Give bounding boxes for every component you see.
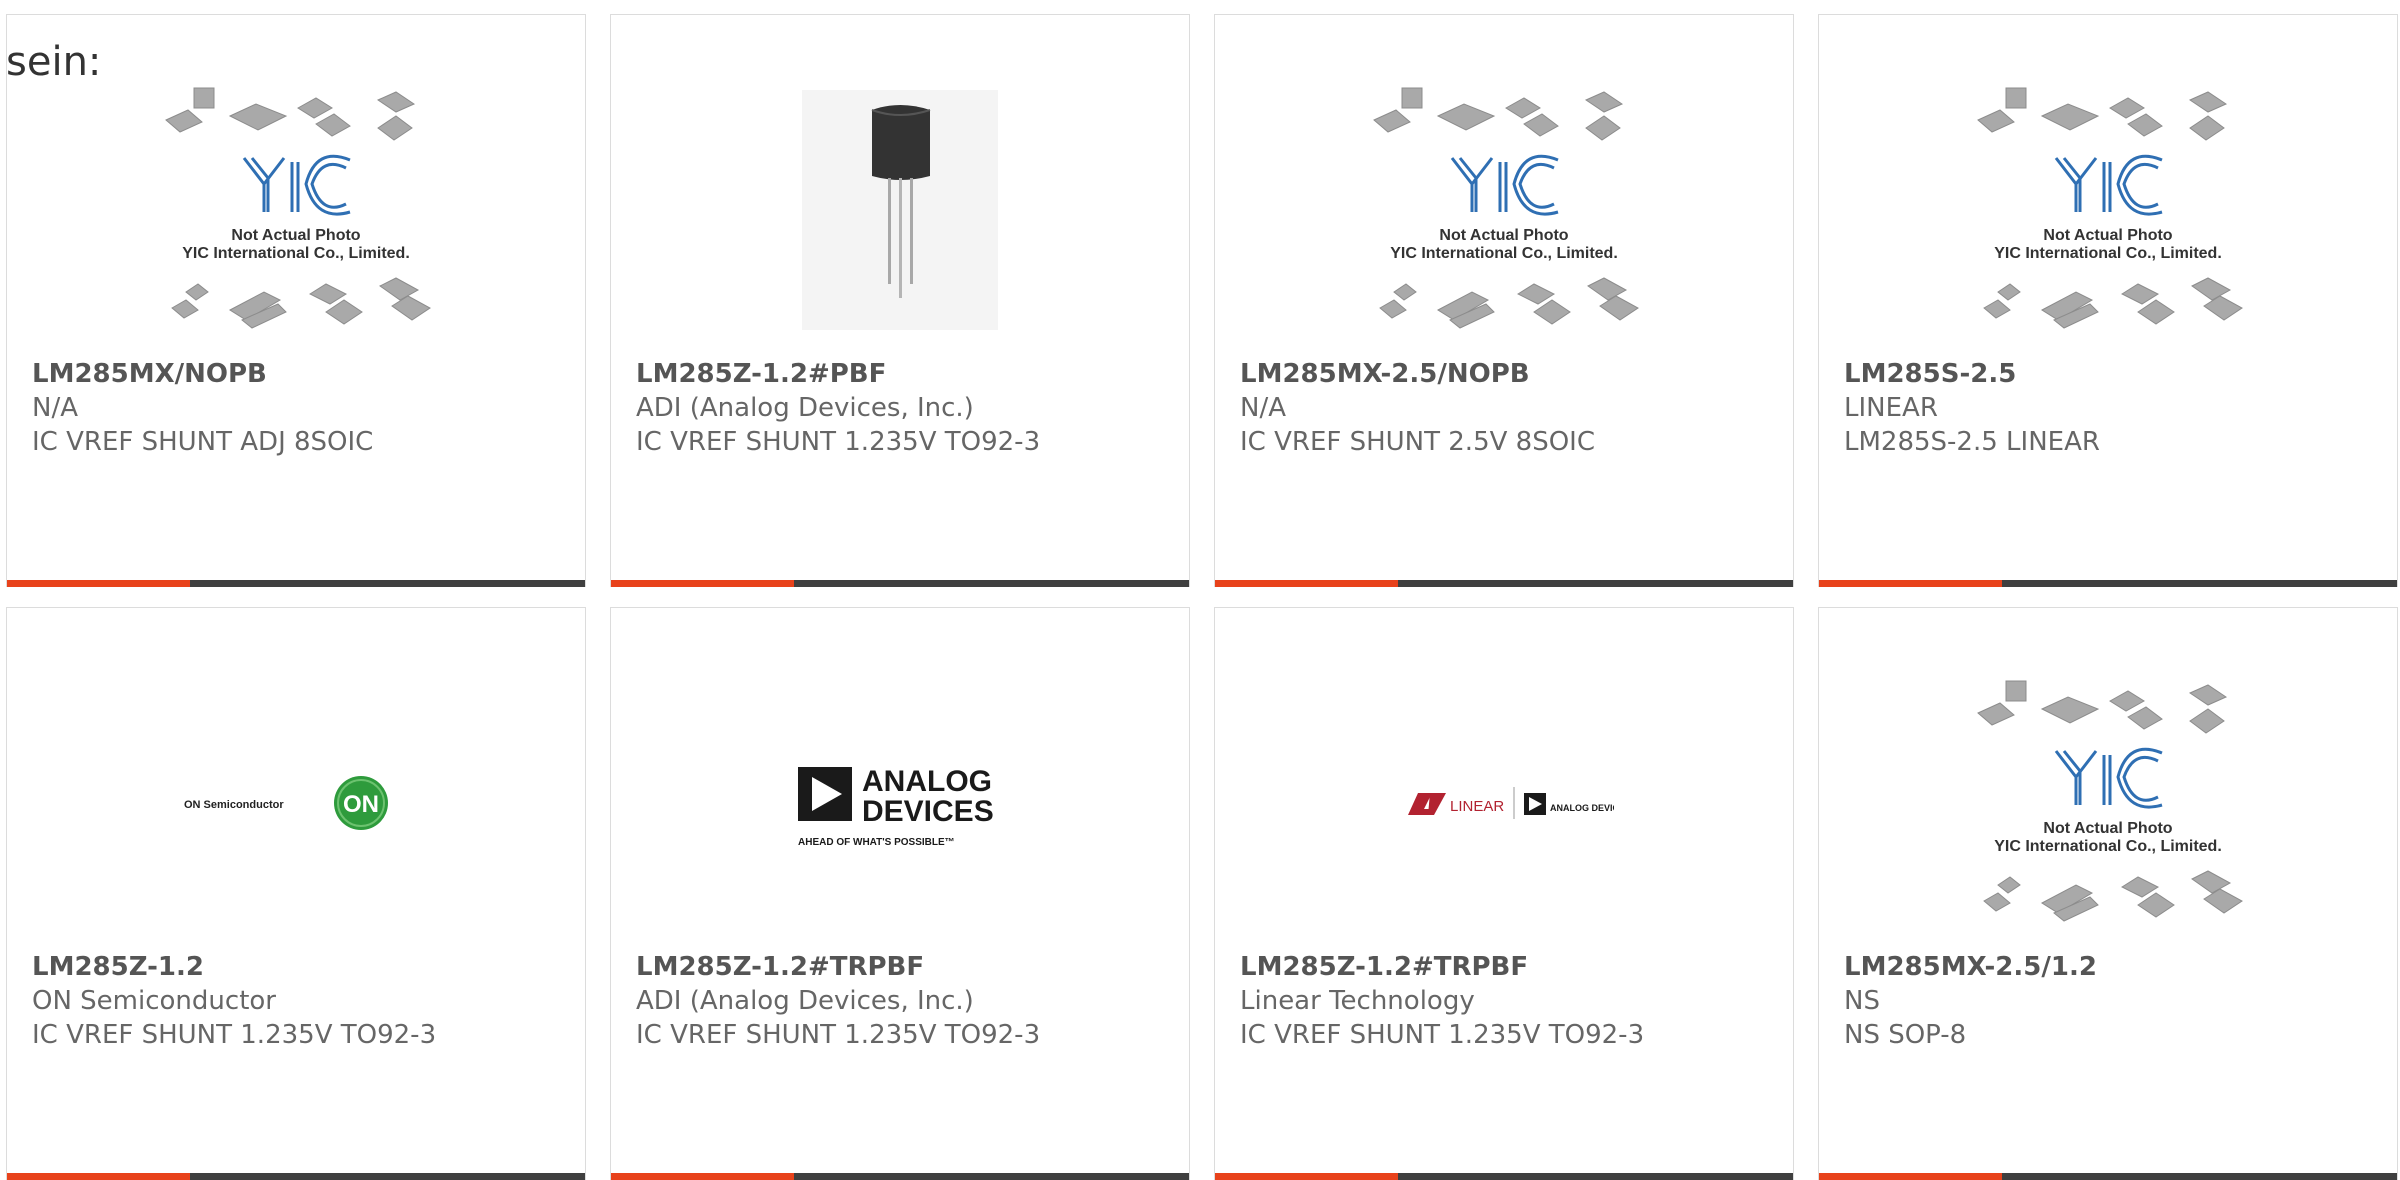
product-grid: Not Actual Photo YIC International Co., … [6,14,2400,1180]
yic-placeholder-image: Not Actual Photo YIC International Co., … [1977,680,2243,922]
product-image[interactable]: Not Actual Photo YIC International Co., … [1819,55,2397,365]
product-info: LM285S-2.5 LINEAR LM285S-2.5 LINEAR [1844,357,2387,459]
card-bottom-bar [611,580,1189,587]
product-image[interactable]: LINEAR ANALOG DEVICES [1215,648,1793,958]
manufacturer: NS [1844,986,1880,1016]
card-accent-bar [611,1173,794,1180]
product-info: LM285Z-1.2#PBF ADI (Analog Devices, Inc.… [636,357,1179,459]
card-bottom-bar [1215,580,1793,587]
product-card[interactable]: Not Actual Photo YIC International Co., … [1214,14,1794,587]
product-card[interactable]: Not Actual Photo YIC International Co., … [1818,14,2398,587]
card-accent-bar [7,1173,190,1180]
part-number[interactable]: LM285MX-2.5/NOPB [1240,357,1783,391]
card-accent-bar [1215,580,1398,587]
product-card[interactable]: LM285Z-1.2#PBF ADI (Analog Devices, Inc.… [610,14,1190,587]
product-card[interactable]: Not Actual Photo YIC International Co., … [6,14,586,587]
card-accent-bar [1819,1173,2002,1180]
description: IC VREF SHUNT 1.235V TO92-3 [636,1020,1041,1050]
product-info: LM285MX/NOPB N/A IC VREF SHUNT ADJ 8SOIC [32,357,575,459]
analog-devices-logo: ANALOG DEVICES AHEAD OF WHAT'S POSSIBLE™ [798,765,994,848]
placeholder-line-2: YIC International Co., Limited. [1994,838,2222,855]
product-image[interactable]: Not Actual Photo YIC International Co., … [1215,55,1793,365]
yic-placeholder-image: Not Actual Photo YIC International Co., … [165,87,431,329]
card-accent-bar [611,580,794,587]
card-bottom-bar [7,580,585,587]
product-image[interactable]: ANALOG DEVICES AHEAD OF WHAT'S POSSIBLE™ [611,648,1189,958]
analog-small-logo-text: ANALOG DEVICES [1550,803,1614,813]
description: IC VREF SHUNT 1.235V TO92-3 [636,427,1041,457]
part-number[interactable]: LM285S-2.5 [1844,357,2387,391]
card-accent-bar [1215,1173,1398,1180]
description: IC VREF SHUNT 1.235V TO92-3 [32,1020,437,1050]
placeholder-line-1: Not Actual Photo [231,227,360,244]
product-image[interactable]: Not Actual Photo YIC International Co., … [7,55,585,365]
part-number[interactable]: LM285MX/NOPB [32,357,575,391]
placeholder-line-1: Not Actual Photo [2043,820,2172,837]
product-info: LM285Z-1.2#TRPBF Linear Technology IC VR… [1240,950,1783,1052]
product-info: LM285Z-1.2#TRPBF ADI (Analog Devices, In… [636,950,1179,1052]
part-number[interactable]: LM285Z-1.2 [32,950,575,984]
product-image[interactable] [611,55,1189,365]
linear-analog-logo: LINEAR ANALOG DEVICES [1408,787,1614,819]
yic-placeholder-image: Not Actual Photo YIC International Co., … [1373,87,1639,329]
product-image[interactable]: Not Actual Photo YIC International Co., … [1819,648,2397,958]
description: IC VREF SHUNT 1.235V TO92-3 [1240,1020,1645,1050]
product-card[interactable]: LINEAR ANALOG DEVICES LM285Z-1.2#TRPBF L… [1214,607,1794,1180]
description: LM285S-2.5 LINEAR [1844,427,2100,457]
card-accent-bar [7,580,190,587]
part-number[interactable]: LM285Z-1.2#TRPBF [1240,950,1783,984]
part-number[interactable]: LM285MX-2.5/1.2 [1844,950,2387,984]
part-number[interactable]: LM285Z-1.2#PBF [636,357,1179,391]
product-card[interactable]: Not Actual Photo YIC International Co., … [1818,607,2398,1180]
placeholder-line-2: YIC International Co., Limited. [182,245,410,262]
to92-transistor-image [802,90,998,330]
product-info: LM285MX-2.5/1.2 NS NS SOP-8 [1844,950,2387,1052]
manufacturer: N/A [32,393,78,423]
analog-devices-logo-line1: ANALOG [862,765,992,798]
manufacturer: ADI (Analog Devices, Inc.) [636,393,974,423]
placeholder-line-2: YIC International Co., Limited. [1994,245,2222,262]
on-semi-badge-text: ON [343,791,379,818]
manufacturer: N/A [1240,393,1286,423]
linear-logo-text: LINEAR [1450,798,1504,815]
card-bottom-bar [611,1173,1189,1180]
placeholder-line-1: Not Actual Photo [2043,227,2172,244]
product-info: LM285Z-1.2 ON Semiconductor IC VREF SHUN… [32,950,575,1052]
card-bottom-bar [1819,1173,2397,1180]
on-semi-logo-text: ON Semiconductor [184,799,284,811]
card-bottom-bar [1819,580,2397,587]
description: IC VREF SHUNT 2.5V 8SOIC [1240,427,1595,457]
card-bottom-bar [1215,1173,1793,1180]
analog-devices-logo-line2: DEVICES [862,795,994,828]
on-semi-logo: ON Semiconductor ON [184,776,388,830]
product-image[interactable]: ON Semiconductor ON [7,648,585,958]
manufacturer: LINEAR [1844,393,1938,423]
description: IC VREF SHUNT ADJ 8SOIC [32,427,374,457]
product-info: LM285MX-2.5/NOPB N/A IC VREF SHUNT 2.5V … [1240,357,1783,459]
manufacturer: ADI (Analog Devices, Inc.) [636,986,974,1016]
lead-text: sein: [6,39,102,85]
card-accent-bar [1819,580,2002,587]
yic-placeholder-image: Not Actual Photo YIC International Co., … [1977,87,2243,329]
product-card[interactable]: ANALOG DEVICES AHEAD OF WHAT'S POSSIBLE™… [610,607,1190,1180]
product-card[interactable]: ON Semiconductor ON LM285Z-1.2 ON Semico… [6,607,586,1180]
description: NS SOP-8 [1844,1020,1967,1050]
analog-devices-tagline: AHEAD OF WHAT'S POSSIBLE™ [798,837,955,848]
placeholder-line-1: Not Actual Photo [1439,227,1568,244]
manufacturer: Linear Technology [1240,986,1475,1016]
card-bottom-bar [7,1173,585,1180]
part-number[interactable]: LM285Z-1.2#TRPBF [636,950,1179,984]
placeholder-line-2: YIC International Co., Limited. [1390,245,1618,262]
manufacturer: ON Semiconductor [32,986,276,1016]
